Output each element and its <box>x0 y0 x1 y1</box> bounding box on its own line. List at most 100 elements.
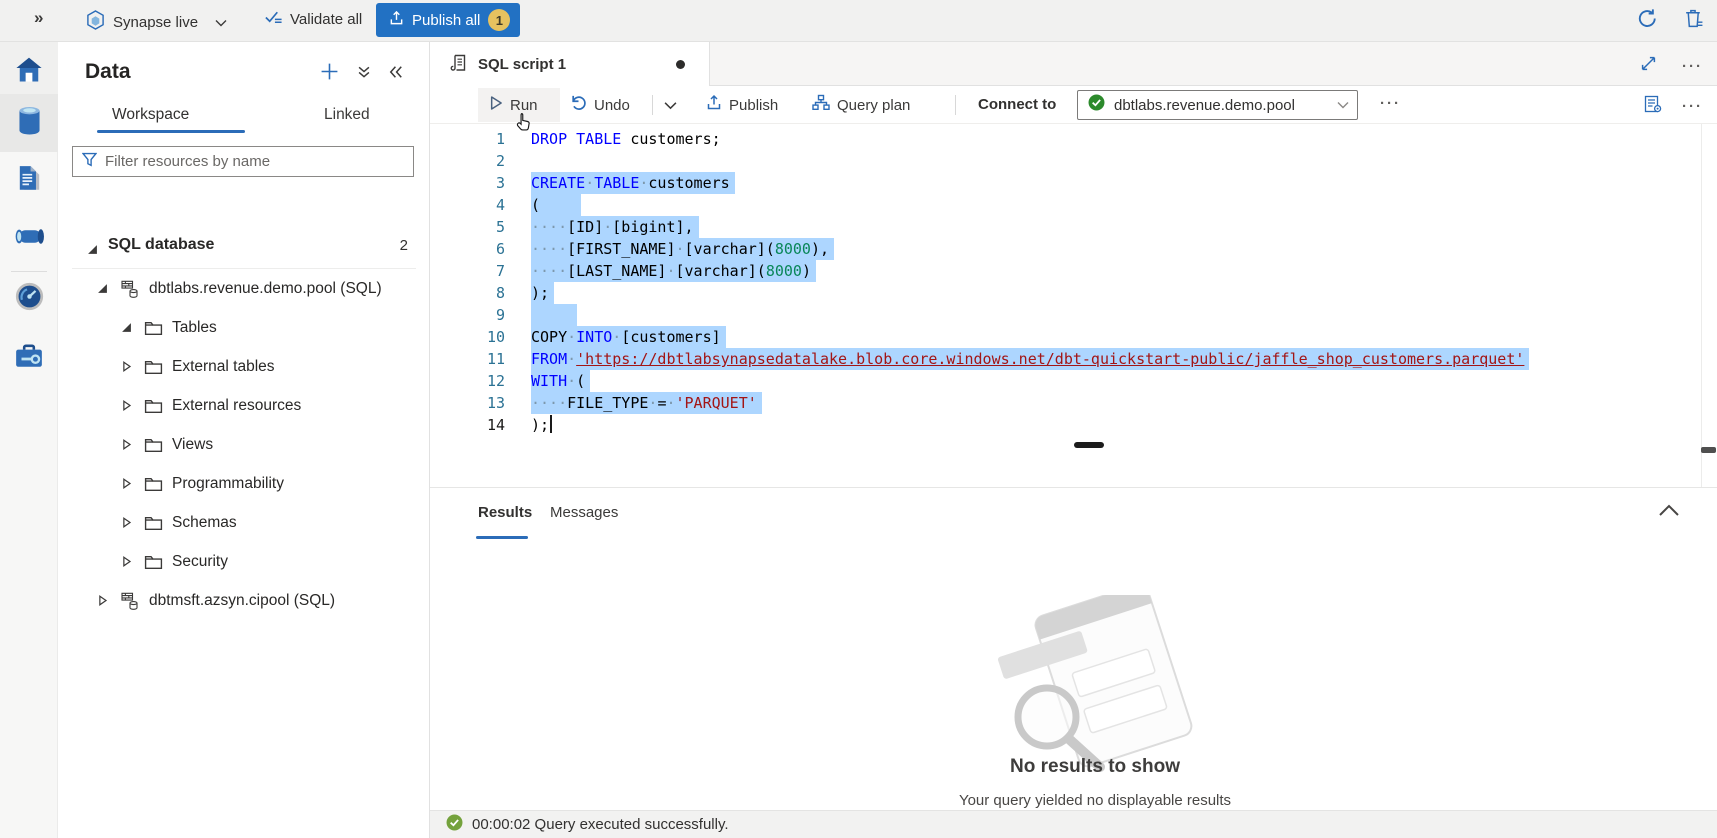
collapsed-arrow-icon[interactable] <box>121 400 135 411</box>
results-panel: No results to show Your query yielded no… <box>430 540 1717 810</box>
undo-button[interactable]: Undo <box>570 86 630 124</box>
line-number: 6 <box>430 238 505 260</box>
nav-monitor-button[interactable] <box>0 270 58 328</box>
expand-menu-icon[interactable]: » <box>34 8 41 28</box>
filter-input[interactable] <box>105 153 413 170</box>
section-label: SQL database <box>108 236 214 254</box>
tab-messages[interactable]: Messages <box>550 504 618 521</box>
collapsed-arrow-icon[interactable] <box>121 361 135 372</box>
main-content: SQL script 1 ··· Run <box>430 42 1717 838</box>
nav-home-button[interactable] <box>0 42 58 100</box>
tab-linked[interactable]: Linked <box>324 106 370 124</box>
tree-item-label: Schemas <box>172 514 237 532</box>
expand-editor-icon[interactable] <box>1641 56 1656 76</box>
connect-to-label: Connect to <box>978 96 1056 113</box>
discard-all-icon[interactable] <box>1684 8 1703 34</box>
collapse-panel-icon[interactable] <box>389 65 403 84</box>
query-plan-button[interactable]: Query plan <box>812 86 910 124</box>
document-tab-strip: SQL script 1 ··· <box>430 42 1717 86</box>
line-number: 7 <box>430 260 505 282</box>
unsaved-dot <box>676 60 685 69</box>
tab-more-actions[interactable]: ··· <box>1682 58 1703 75</box>
connect-to-dropdown[interactable]: dbtlabs.revenue.demo.pool <box>1077 90 1358 120</box>
environment-chevron-icon[interactable] <box>215 14 227 32</box>
validate-all-label: Validate all <box>290 11 362 28</box>
tree-item-security[interactable]: Security <box>58 542 430 581</box>
properties-icon[interactable] <box>1644 95 1662 118</box>
collapsed-arrow-icon[interactable] <box>121 439 135 450</box>
collapse-results-icon[interactable] <box>1657 502 1681 523</box>
tree-item-external-tables[interactable]: External tables <box>58 347 430 386</box>
status-bar: 00:00:02 Query executed successfully. <box>430 810 1717 838</box>
folder-icon <box>144 554 163 570</box>
database-cylinder-icon <box>16 106 43 140</box>
tree-item-schemas[interactable]: Schemas <box>58 503 430 542</box>
gauge-icon <box>15 282 44 316</box>
line-number: 12 <box>430 370 505 392</box>
expanded-arrow-icon[interactable] <box>97 283 111 294</box>
scrollbar-thumb[interactable] <box>1701 447 1716 453</box>
toolbar-more-actions[interactable]: ··· <box>1380 95 1401 112</box>
pool-status-icon <box>1088 94 1105 116</box>
data-explorer-panel: Data Workspace Linked <box>58 42 430 838</box>
editor-more-actions[interactable]: ··· <box>1682 98 1703 115</box>
line-number: 9 <box>430 304 505 326</box>
code-line-3: 3CREATE·TABLE·customers <box>430 172 1529 194</box>
add-resource-icon[interactable] <box>320 62 339 86</box>
tree-item-external-resources[interactable]: External resources <box>58 386 430 425</box>
sql-code-editor[interactable]: 1DROP TABLE customers;23CREATE·TABLE·cus… <box>430 124 1717 487</box>
collapsed-arrow-icon[interactable] <box>121 517 135 528</box>
run-label: Run <box>510 97 538 114</box>
collapsed-arrow-icon[interactable] <box>97 595 111 606</box>
tab-sql-script-1[interactable]: SQL script 1 <box>430 42 710 86</box>
publish-all-button[interactable]: Publish all 1 <box>376 3 520 37</box>
undo-label: Undo <box>594 97 630 114</box>
mouse-hand-cursor <box>516 112 531 136</box>
toolbar-separator <box>652 95 653 115</box>
validate-all-button[interactable]: Validate all <box>264 9 362 29</box>
environment-switcher[interactable]: Synapse live <box>86 9 198 36</box>
validate-icon <box>264 9 283 29</box>
collapsed-arrow-icon[interactable] <box>121 556 135 567</box>
code-line-10: 10COPY·INTO·[customers] <box>430 326 1529 348</box>
sql-script-icon <box>450 54 468 78</box>
tab-workspace[interactable]: Workspace <box>112 106 189 124</box>
tree-item-programmability[interactable]: Programmability <box>58 464 430 503</box>
pool-icon <box>120 279 140 299</box>
expand-all-icon[interactable] <box>357 65 371 84</box>
editor-toolbar: Run Undo Publish <box>430 86 1717 124</box>
tree-item-views[interactable]: Views <box>58 425 430 464</box>
collapsed-arrow-icon[interactable] <box>121 478 135 489</box>
refresh-icon[interactable] <box>1637 8 1658 34</box>
nav-integrate-button[interactable] <box>0 210 58 268</box>
tree-item-tables[interactable]: Tables <box>58 308 430 347</box>
code-line-9: 9 <box>430 304 1529 326</box>
results-resize-handle[interactable] <box>1074 442 1104 448</box>
editor-scrollbar-gutter <box>1701 124 1702 487</box>
tab-results[interactable]: Results <box>478 504 532 521</box>
folder-icon <box>144 359 163 375</box>
expanded-arrow-icon[interactable] <box>87 242 98 260</box>
tree-item-label: dbtmsft.azsyn.cipool (SQL) <box>149 592 335 610</box>
tree-item-dbtmsft-azsyn-cipool-sql[interactable]: dbtmsft.azsyn.cipool (SQL) <box>58 581 430 620</box>
nav-develop-button[interactable] <box>0 152 58 210</box>
code-line-8: 8); <box>430 282 1529 304</box>
empty-results-subtitle: Your query yielded no displayable result… <box>430 792 1717 809</box>
section-sql-database[interactable]: SQL database 2 <box>58 230 430 266</box>
expanded-arrow-icon[interactable] <box>121 322 135 333</box>
run-options-chevron[interactable] <box>664 86 677 124</box>
code-line-14: 14); <box>430 414 1529 436</box>
line-number: 8 <box>430 282 505 304</box>
nav-data-button[interactable] <box>0 94 58 152</box>
line-number: 1 <box>430 128 505 150</box>
line-number: 10 <box>430 326 505 348</box>
code-line-13: 13····FILE_TYPE·=·'PARQUET' <box>430 392 1529 414</box>
nav-manage-button[interactable] <box>0 329 58 387</box>
code-line-2: 2 <box>430 150 1529 172</box>
tree-item-dbtlabs-revenue-demo-pool-sql[interactable]: dbtlabs.revenue.demo.pool (SQL) <box>58 269 430 308</box>
publish-button[interactable]: Publish <box>706 86 778 124</box>
results-tab-underline <box>476 536 528 539</box>
tree-item-label: Security <box>172 553 228 571</box>
line-number: 2 <box>430 150 505 172</box>
panel-title: Data <box>85 60 131 84</box>
